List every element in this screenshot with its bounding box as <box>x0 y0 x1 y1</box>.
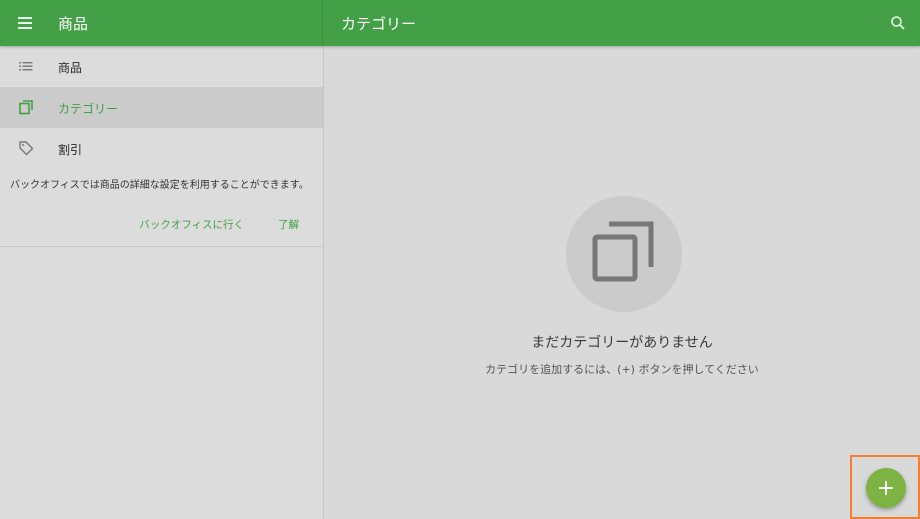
notice-text: バックオフィスでは商品の詳細な設定を利用することができます。 <box>10 180 309 191</box>
backoffice-notice: バックオフィスでは商品の詳細な設定を利用することができます。 バックオフィスに行… <box>0 169 323 247</box>
top-app-bar: 商品 カテゴリー <box>0 0 920 46</box>
notice-actions: バックオフィスに行く 了解 <box>139 217 299 232</box>
main-content: まだカテゴリーがありません カテゴリを追加するには、(+) ボタンを押してくださ… <box>324 46 920 519</box>
plus-icon: + <box>876 475 896 501</box>
sidebar: 商品 カテゴリー 割引 バックオフィスでは商品の詳細な設定を利用することができま… <box>0 46 324 519</box>
add-category-button[interactable]: + <box>866 468 906 508</box>
tag-icon <box>17 139 35 157</box>
dismiss-notice-button[interactable]: 了解 <box>278 217 299 232</box>
sidebar-item-products[interactable]: 商品 <box>0 46 323 87</box>
empty-state-illustration <box>566 196 682 312</box>
sidebar-item-label: 商品 <box>58 61 83 75</box>
empty-state-subtitle: カテゴリを追加するには、(+) ボタンを押してください <box>485 363 759 376</box>
list-icon <box>17 57 35 75</box>
sidebar-item-label: カテゴリー <box>58 102 119 116</box>
page-title: カテゴリー <box>341 15 417 33</box>
menu-icon[interactable] <box>15 13 35 33</box>
copy-icon <box>589 217 659 291</box>
sidebar-item-label: 割引 <box>58 143 83 157</box>
empty-state-title: まだカテゴリーがありません <box>531 335 713 351</box>
sidebar-header: 商品 <box>0 0 323 46</box>
sidebar-item-discounts[interactable]: 割引 <box>0 128 323 169</box>
sidebar-item-categories[interactable]: カテゴリー <box>0 87 323 128</box>
search-icon[interactable] <box>890 15 906 31</box>
app-title: 商品 <box>58 15 89 33</box>
copy-icon <box>17 98 35 116</box>
go-to-backoffice-button[interactable]: バックオフィスに行く <box>139 217 244 232</box>
